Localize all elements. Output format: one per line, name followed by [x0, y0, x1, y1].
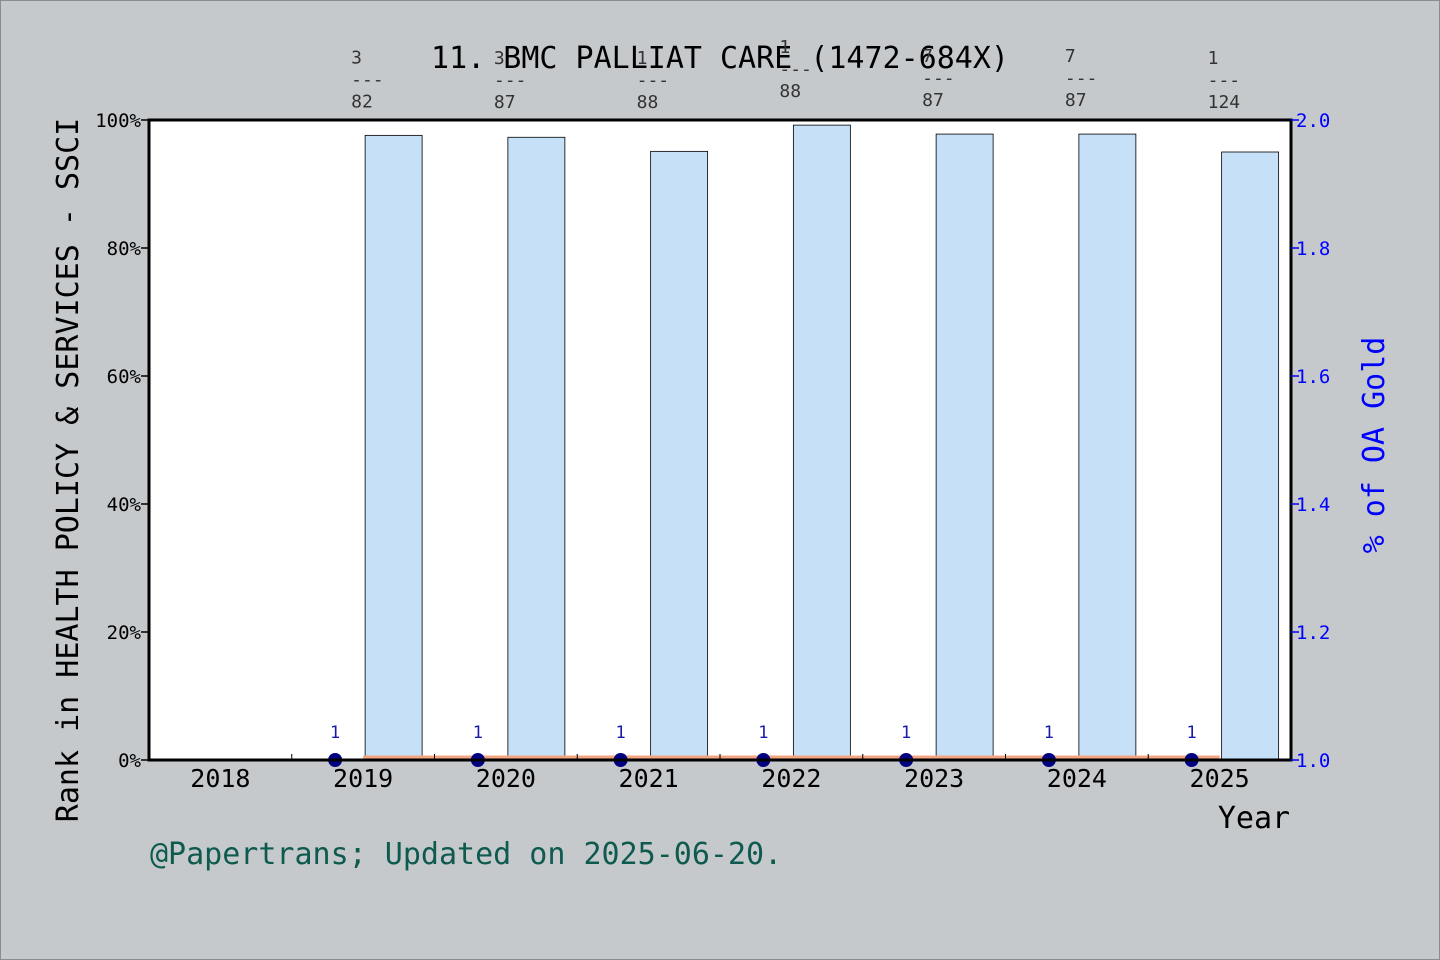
x-axis-label: Year	[1218, 801, 1290, 836]
right-tick-label: 1.0	[1296, 750, 1330, 772]
rank-value-2025: 1	[1208, 48, 1219, 69]
y-axis-label: Rank in HEALTH POLICY & SERVICES - SSCI	[51, 118, 86, 822]
oa-point-label-2021: 1	[616, 723, 626, 743]
bar-2023	[935, 133, 994, 761]
rank-total-2025: 124	[1208, 92, 1241, 113]
oa-point-label-2025: 1	[1187, 723, 1197, 743]
rank-sep-2022: ---	[779, 59, 812, 80]
rank-total-2019: 82	[351, 91, 373, 112]
left-tick-label: 60%	[107, 366, 142, 388]
x-tick-label-2020: 2020	[476, 764, 536, 793]
bar-2024	[1078, 133, 1137, 761]
rank-total-2023: 87	[922, 90, 944, 111]
x-tick-label-2021: 2021	[619, 764, 679, 793]
rank-total-2020: 87	[494, 92, 516, 113]
y-axis-label-right: % of OA Gold	[1357, 337, 1392, 554]
rank-sep-2025: ---	[1208, 70, 1241, 91]
rank-total-2021: 88	[637, 92, 659, 113]
bar-2019	[364, 134, 423, 761]
right-tick-label: 1.8	[1296, 238, 1330, 260]
x-tick-label-2018: 2018	[190, 764, 250, 793]
chart-svg: 11. BMC PALLIAT CARE (1472-684X) 1111111…	[51, 37, 1392, 872]
left-tick-label: 0%	[118, 750, 141, 772]
rank-value-2019: 3	[351, 47, 362, 68]
rank-sep-2020: ---	[494, 70, 527, 91]
bar-2020	[507, 136, 566, 761]
rank-value-2024: 7	[1065, 46, 1076, 67]
rank-value-2020: 3	[494, 48, 505, 69]
x-tick-label-2023: 2023	[904, 764, 964, 793]
left-tick-label: 80%	[107, 238, 142, 260]
bar-2021	[650, 150, 709, 761]
left-tick-label: 100%	[95, 110, 141, 132]
left-tick-label: 40%	[107, 494, 142, 516]
rank-value-2023: 7	[922, 46, 933, 67]
bar-2025	[1221, 151, 1280, 761]
left-tick-label: 20%	[107, 622, 142, 644]
footer-credit: @Papertrans; Updated on 2025-06-20.	[150, 837, 782, 872]
x-tick-label-2022: 2022	[761, 764, 821, 793]
rank-sep-2023: ---	[922, 68, 955, 89]
x-tick-label-2024: 2024	[1047, 764, 1107, 793]
oa-point-label-2023: 1	[901, 723, 911, 743]
x-tick-label-2025: 2025	[1190, 764, 1250, 793]
rank-sep-2024: ---	[1065, 68, 1098, 89]
right-tick-label: 1.2	[1296, 622, 1330, 644]
x-tick-label-2019: 2019	[333, 764, 393, 793]
right-tick-label: 1.6	[1296, 366, 1330, 388]
bar-2022	[792, 124, 851, 761]
rank-value-2022: 1	[779, 37, 790, 58]
rank-sep-2021: ---	[637, 70, 670, 91]
rank-total-2024: 87	[1065, 90, 1087, 111]
right-tick-label: 2.0	[1296, 110, 1330, 132]
rank-sep-2019: ---	[351, 69, 384, 90]
rank-value-2021: 1	[637, 48, 648, 69]
rank-total-2022: 88	[779, 81, 801, 102]
oa-point-label-2024: 1	[1044, 723, 1054, 743]
oa-point-label-2019: 1	[330, 723, 340, 743]
oa-point-label-2020: 1	[473, 723, 483, 743]
right-tick-label: 1.4	[1296, 494, 1330, 516]
oa-point-label-2022: 1	[758, 723, 768, 743]
